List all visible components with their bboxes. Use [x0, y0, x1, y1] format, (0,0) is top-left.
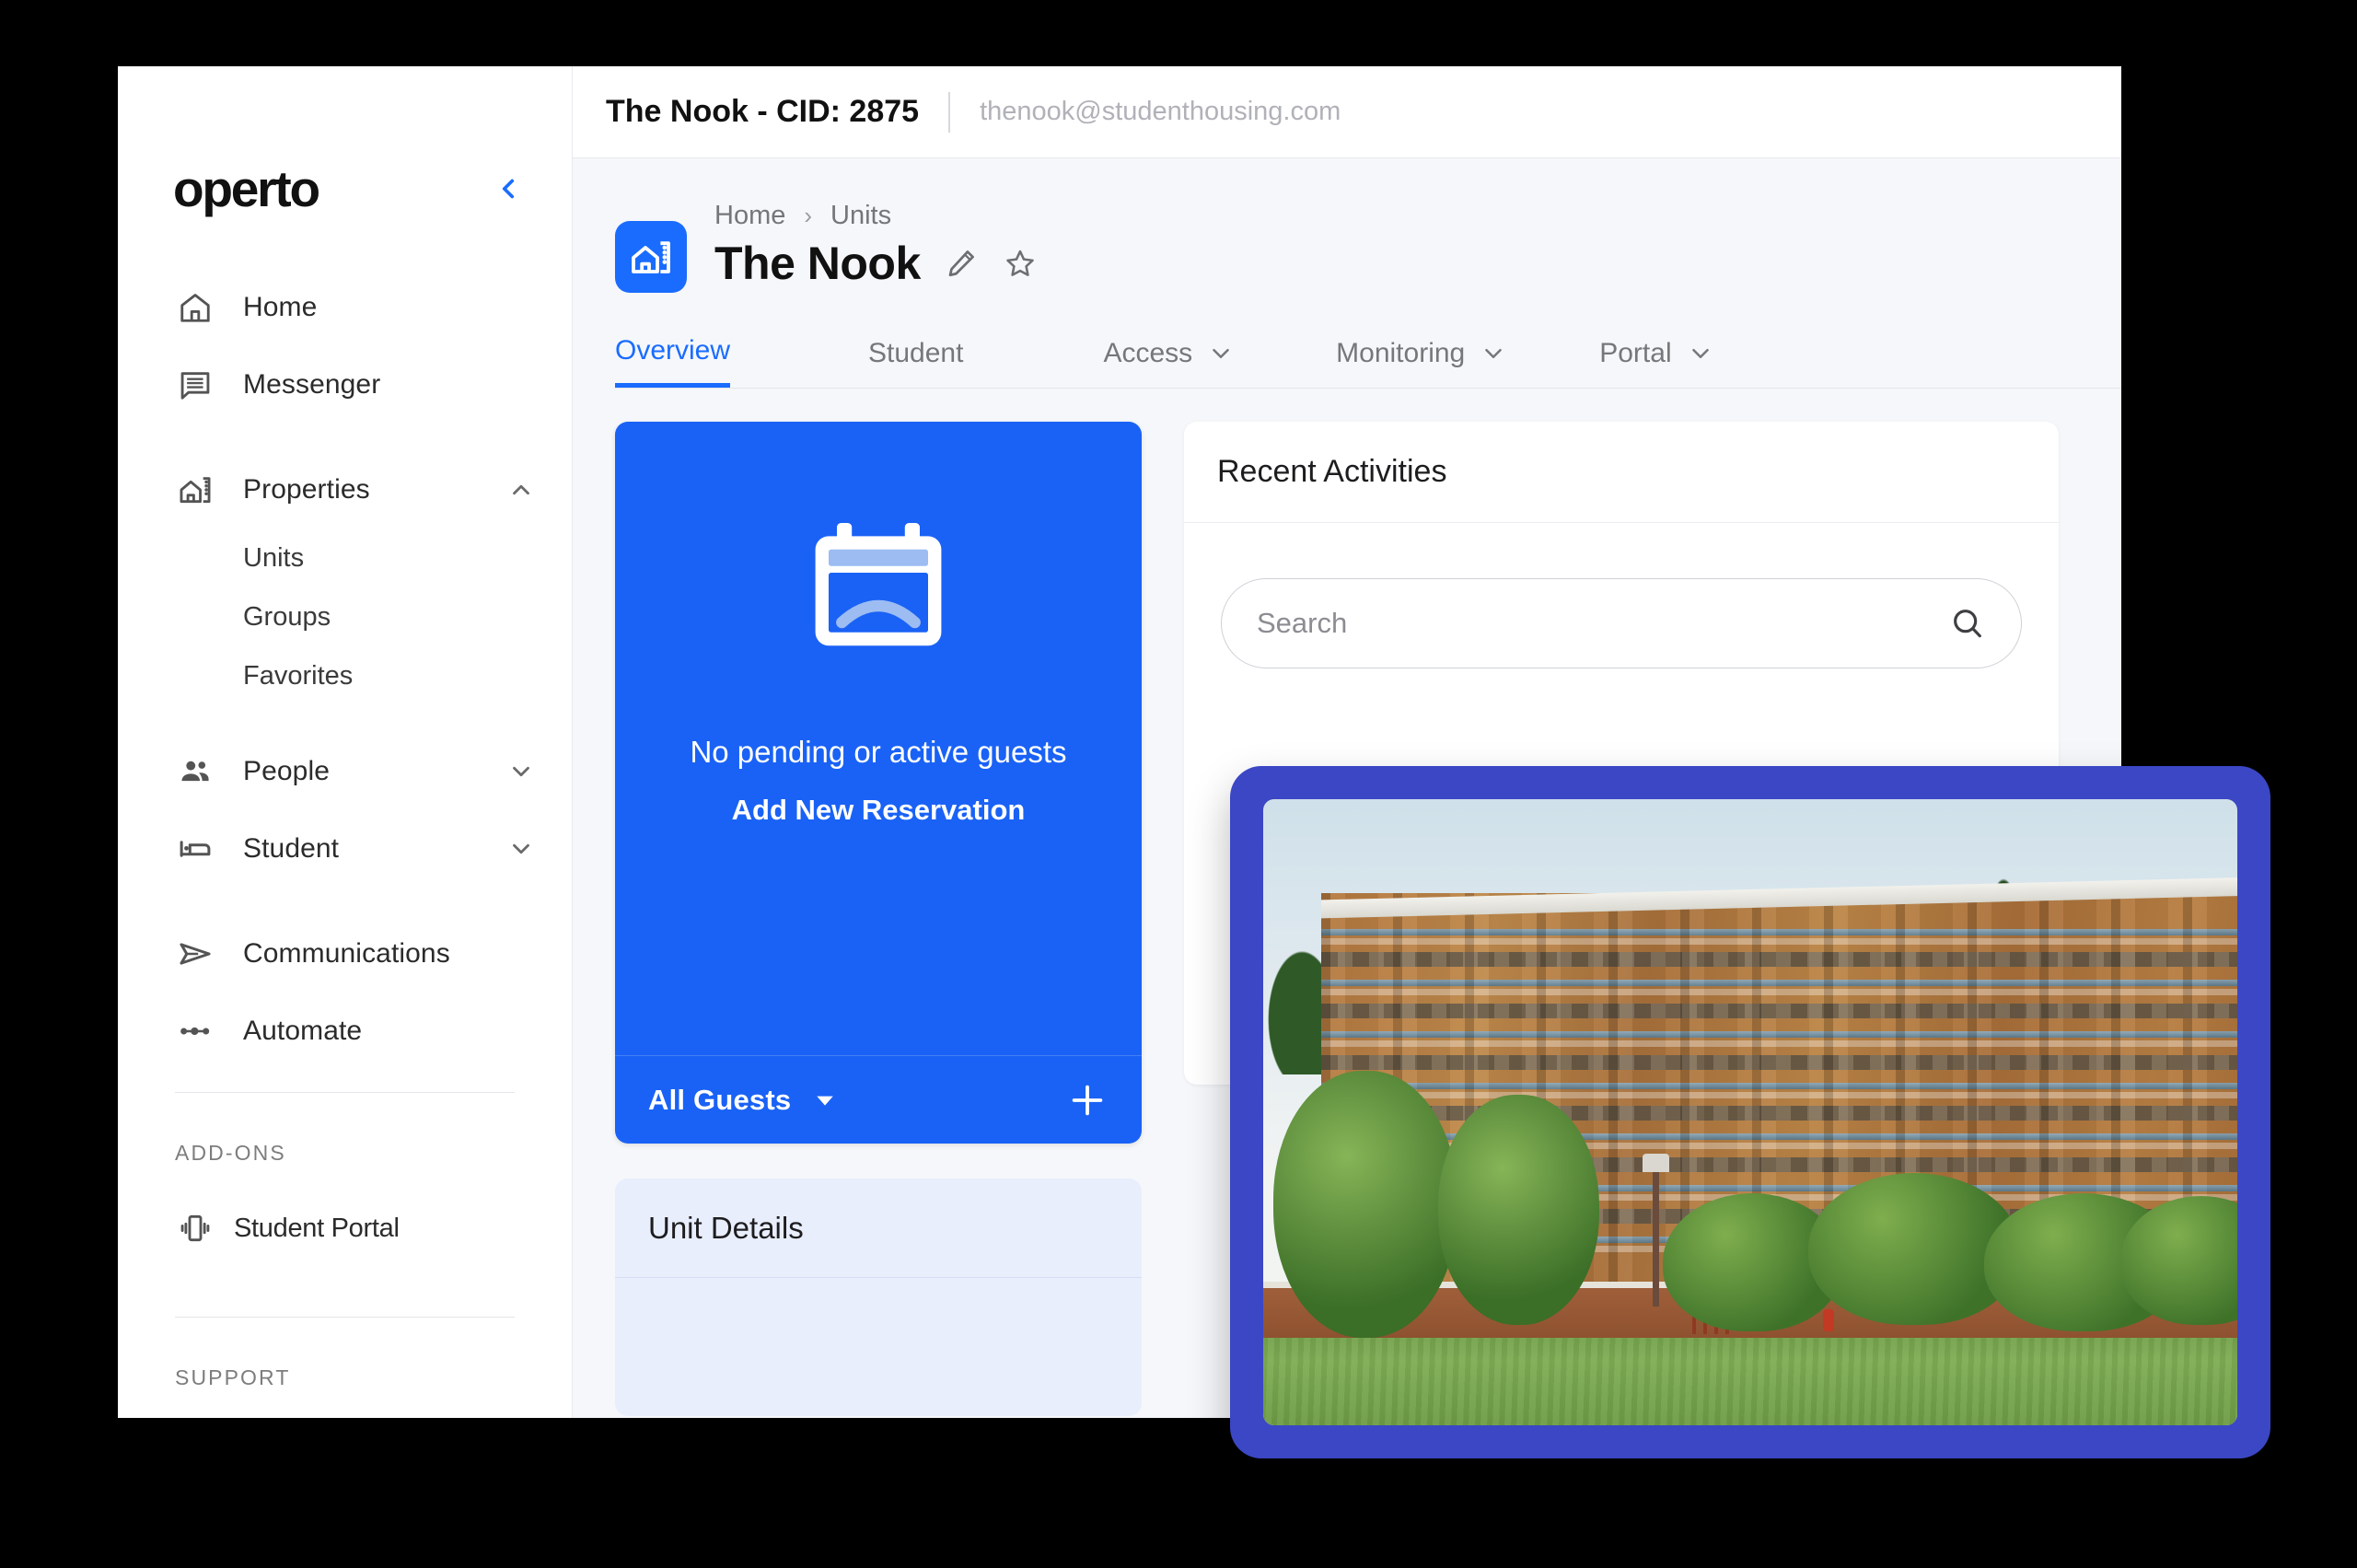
tab-access[interactable]: Access	[1103, 326, 1235, 388]
search-icon[interactable]	[1949, 605, 1986, 642]
tab-monitoring[interactable]: Monitoring	[1336, 326, 1507, 388]
sidebar-item-properties[interactable]: Properties	[118, 451, 572, 528]
unit-building-icon	[615, 221, 687, 293]
pencil-icon[interactable]	[945, 247, 978, 280]
breadcrumb-item-units[interactable]: Units	[830, 201, 891, 231]
tab-bar: Overview Student Access Monitoring Porta…	[615, 326, 2121, 389]
sidebar-subitem-favorites[interactable]: Favorites	[118, 646, 572, 705]
guest-card-footer: All Guests	[615, 1055, 1142, 1144]
unit-details-title: Unit Details	[615, 1179, 1142, 1278]
chevron-down-icon[interactable]	[507, 835, 535, 863]
sidebar-item-automate[interactable]: Automate	[118, 993, 572, 1070]
unit-details-body	[615, 1278, 1142, 1416]
sidebar-subitem-units[interactable]: Units	[118, 528, 572, 587]
people-icon	[175, 751, 215, 792]
sidebar-item-student-portal[interactable]: Student Portal	[118, 1190, 572, 1267]
sidebar-item-label: People	[243, 756, 331, 786]
message-icon	[175, 365, 215, 405]
search-input[interactable]	[1257, 607, 1949, 640]
sidebar-item-label: Home	[243, 292, 318, 322]
calendar-empty-icon	[795, 506, 961, 672]
tab-student[interactable]: Student	[868, 326, 963, 388]
chevron-up-icon[interactable]	[507, 476, 535, 504]
sidebar-item-label: Automate	[243, 1016, 363, 1046]
sidebar-nav: Home Messenger Properties Units Groups F…	[118, 269, 572, 1070]
chevron-down-icon	[1213, 348, 1229, 358]
add-guest-button[interactable]	[1066, 1079, 1109, 1121]
chevron-down-icon[interactable]	[507, 758, 535, 785]
search-box[interactable]	[1221, 578, 2022, 668]
tab-label: Student	[868, 337, 964, 368]
sidebar-item-people[interactable]: People	[118, 733, 572, 810]
breadcrumb-item-home[interactable]: Home	[714, 201, 785, 231]
sidebar-section-support: SUPPORT	[175, 1365, 291, 1389]
sidebar-item-label: Student	[243, 833, 340, 864]
tab-label: Monitoring	[1336, 337, 1466, 368]
operto-logo: operto	[173, 159, 320, 217]
unit-details-card: Unit Details	[615, 1179, 1142, 1416]
chevron-down-icon	[1485, 348, 1502, 358]
sidebar: operto Home Messenger Properties Units G…	[118, 66, 573, 1418]
page-header: Home › Units The Nook	[573, 158, 2121, 293]
add-new-reservation-link[interactable]: Add New Reservation	[732, 794, 1026, 827]
sidebar-collapse-icon[interactable]	[493, 173, 524, 204]
breadcrumb: Home › Units	[714, 201, 1037, 231]
sidebar-item-student[interactable]: Student	[118, 810, 572, 888]
building-photo-overlay	[1230, 766, 2270, 1458]
sidebar-item-label: Properties	[243, 474, 370, 505]
all-guests-filter-label[interactable]: All Guests	[648, 1084, 791, 1117]
page-title: The Nook	[714, 238, 921, 289]
sidebar-item-home[interactable]: Home	[118, 269, 572, 346]
brand-row: operto	[118, 157, 572, 221]
chevron-down-icon	[1691, 348, 1709, 358]
sidebar-item-label: Communications	[243, 938, 450, 969]
send-icon	[175, 934, 215, 974]
building-icon	[175, 470, 215, 510]
guest-empty-text: No pending or active guests	[690, 735, 1067, 769]
phone-vibrate-icon	[175, 1208, 215, 1249]
sidebar-section-addons: ADD-ONS	[175, 1141, 286, 1165]
tab-label: Overview	[615, 335, 731, 366]
tab-label: Portal	[1599, 337, 1672, 368]
automate-icon	[175, 1011, 215, 1051]
sidebar-item-communications[interactable]: Communications	[118, 915, 572, 993]
tab-overview[interactable]: Overview	[615, 326, 731, 388]
sidebar-subitem-groups[interactable]: Groups	[118, 587, 572, 646]
topbar-title: The Nook - CID: 2875	[606, 94, 920, 129]
tab-label: Access	[1103, 337, 1193, 368]
home-icon	[175, 287, 215, 328]
star-outline-icon[interactable]	[1004, 247, 1037, 280]
sidebar-item-label: Student Portal	[234, 1213, 400, 1243]
topbar: The Nook - CID: 2875 thenook@studenthous…	[573, 66, 2121, 158]
caret-down-icon[interactable]	[811, 1086, 839, 1114]
tab-portal[interactable]: Portal	[1599, 326, 1713, 388]
building-photo	[1263, 799, 2237, 1425]
bed-icon	[175, 829, 215, 869]
topbar-email: thenook@studenthousing.com	[980, 97, 1341, 126]
recent-activities-title: Recent Activities	[1184, 422, 2059, 523]
sidebar-item-label: Messenger	[243, 369, 381, 400]
guest-card: No pending or active guests Add New Rese…	[615, 422, 1142, 1144]
topbar-divider	[948, 91, 951, 133]
chevron-right-icon: ›	[804, 202, 813, 229]
sidebar-item-messenger[interactable]: Messenger	[118, 346, 572, 424]
